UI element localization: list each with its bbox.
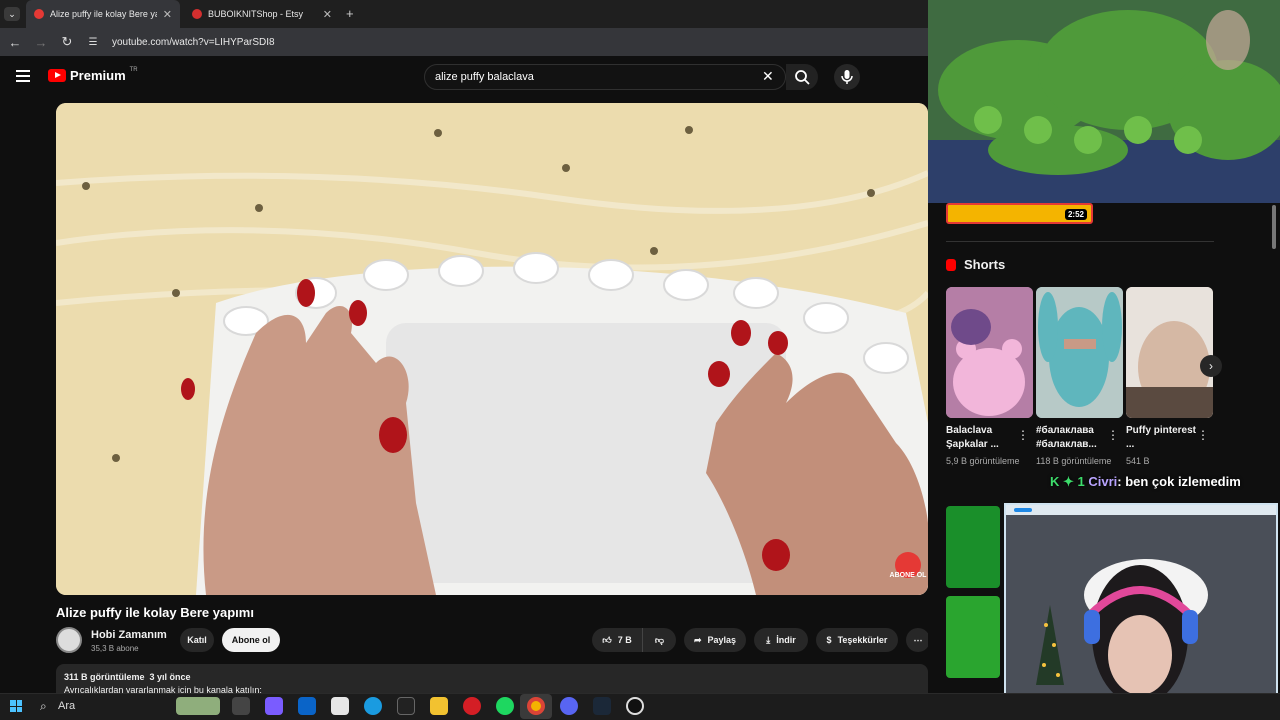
taskbar-search-label[interactable]: Ara	[58, 700, 75, 712]
site-info-icon[interactable]: ☰	[86, 37, 100, 48]
divider	[946, 241, 1214, 242]
youtube-play-icon	[48, 69, 66, 82]
tab-youtube[interactable]: Alize puffy ile kolay Bere yapımı ✕	[26, 0, 180, 28]
microphone-icon	[841, 70, 853, 84]
abone-ol-watermark: ABONE OL	[890, 572, 928, 579]
thumbs-up-icon: 👍︎	[602, 634, 612, 645]
thanks-button[interactable]: $ Teşekkürler	[816, 628, 898, 652]
chat-badge: K ✦ 1	[1050, 474, 1085, 489]
view-count: 311 B görüntüleme	[64, 672, 145, 682]
task-view-icon[interactable]	[232, 697, 250, 715]
clear-search-icon[interactable]: ✕	[762, 68, 774, 85]
chrome-icon[interactable]	[527, 697, 545, 715]
video-player[interactable]: ABONE OL	[56, 103, 928, 595]
short-menu-icon[interactable]: ⋮	[1197, 428, 1209, 442]
store-icon[interactable]	[331, 697, 349, 715]
back-icon[interactable]: ←	[8, 35, 22, 50]
opera-icon[interactable]	[463, 697, 481, 715]
related-video-thumbnail-1[interactable]	[946, 506, 1000, 588]
close-tab-icon[interactable]: ✕	[323, 8, 332, 21]
overlay-camera-knitting	[928, 0, 1280, 203]
channel-avatar[interactable]	[56, 627, 82, 653]
reload-icon[interactable]: ↻	[60, 34, 74, 50]
short-info-3: Puffy pinterest ... 541 B	[1126, 425, 1197, 466]
new-tab-icon[interactable]: +	[346, 6, 354, 21]
spotify-icon[interactable]	[496, 697, 514, 715]
shorts-next-button[interactable]: ›	[1200, 355, 1222, 377]
steam-icon[interactable]	[593, 697, 611, 715]
chat-username: Civri	[1088, 474, 1118, 489]
youtube-favicon-icon	[34, 9, 44, 19]
url-field[interactable]: youtube.com/watch?v=LIHYParSDI8	[112, 37, 275, 48]
short-thumbnail-2[interactable]	[1036, 287, 1123, 418]
epic-games-icon[interactable]	[397, 697, 415, 715]
taskbar-search-icon[interactable]: ⌕	[40, 699, 47, 714]
shorts-heading: Shorts	[946, 257, 1005, 272]
subscriber-count: 35,3 B abone	[91, 644, 139, 653]
short-menu-icon[interactable]: ⋮	[1017, 428, 1029, 442]
upload-age: 3 yıl önce	[149, 672, 191, 682]
more-actions-button[interactable]: ⋯	[906, 628, 930, 652]
close-tab-icon[interactable]: ✕	[163, 8, 172, 21]
previous-video-thumbnail[interactable]: 2:52	[946, 203, 1093, 224]
video-frame-knitting: ABONE OL	[56, 103, 928, 595]
youtube-logo[interactable]: Premium TR	[48, 67, 138, 83]
chevron-right-icon: ›	[1209, 359, 1213, 373]
download-button[interactable]: ⤓ İndir	[754, 628, 808, 652]
thumbs-down-icon: 👎︎	[654, 634, 665, 645]
edge-icon[interactable]	[364, 697, 382, 715]
short-thumbnail-3[interactable]	[1126, 287, 1213, 418]
pinterest-favicon-icon	[192, 9, 202, 19]
sidebar-scrollbar[interactable]	[1272, 205, 1276, 249]
related-video-thumbnail-2[interactable]	[946, 596, 1000, 678]
tab-search-icon[interactable]: ⌄	[4, 7, 20, 21]
tab-etsy[interactable]: BUBOIKNITShop - Etsy ✕	[184, 0, 340, 28]
short-thumbnail-1[interactable]	[946, 287, 1033, 418]
address-bar: ← → ↻ ☰ youtube.com/watch?v=LIHYParSDI8	[0, 28, 928, 56]
obs-icon[interactable]	[626, 697, 644, 715]
browser-tab-bar: ⌄ Alize puffy ile kolay Bere yapımı ✕ BU…	[0, 0, 928, 28]
outlook-icon[interactable]	[298, 697, 316, 715]
stream-chat-message: K ✦ 1 Civri: ben çok izlemedim	[1050, 474, 1241, 490]
download-icon: ⤓	[766, 634, 771, 645]
more-icon: ⋯	[913, 634, 923, 645]
file-explorer-icon[interactable]	[430, 697, 448, 715]
search-highlight-icon[interactable]	[176, 697, 220, 715]
like-button[interactable]: 👍︎ 7 B	[592, 628, 642, 652]
search-input[interactable]: alize puffy balaclava	[424, 64, 786, 90]
discord-icon[interactable]	[560, 697, 578, 715]
forward-icon[interactable]: →	[34, 35, 48, 50]
join-button[interactable]: Katıl	[180, 628, 214, 652]
short-info-2: #балаклава #балаклав... 118 B görüntülem…	[1036, 425, 1112, 466]
search-button[interactable]	[786, 64, 818, 90]
thanks-icon: $	[826, 635, 832, 645]
hamburger-menu-icon[interactable]	[16, 70, 30, 82]
streamer-webcam	[1004, 503, 1278, 716]
channel-name[interactable]: Hobi Zamanım	[91, 629, 167, 641]
share-icon: ➦	[693, 634, 702, 645]
subscribe-button[interactable]: Abone ol	[222, 628, 280, 652]
windows-start-icon[interactable]	[10, 700, 22, 712]
shorts-icon	[946, 258, 956, 271]
copilot-icon[interactable]	[265, 697, 283, 715]
chat-text: : ben çok izlemedim	[1117, 474, 1241, 489]
video-title: Alize puffy ile kolay Bere yapımı	[56, 605, 254, 620]
share-button[interactable]: ➦ Paylaş	[684, 628, 746, 652]
dislike-button[interactable]: 👎︎	[642, 628, 676, 652]
search-icon	[795, 70, 810, 85]
short-menu-icon[interactable]: ⋮	[1107, 428, 1119, 442]
short-info-1: Balaclava Şapkalar ... 5,9 B görüntüleme	[946, 425, 1020, 466]
voice-search-button[interactable]	[834, 64, 860, 90]
